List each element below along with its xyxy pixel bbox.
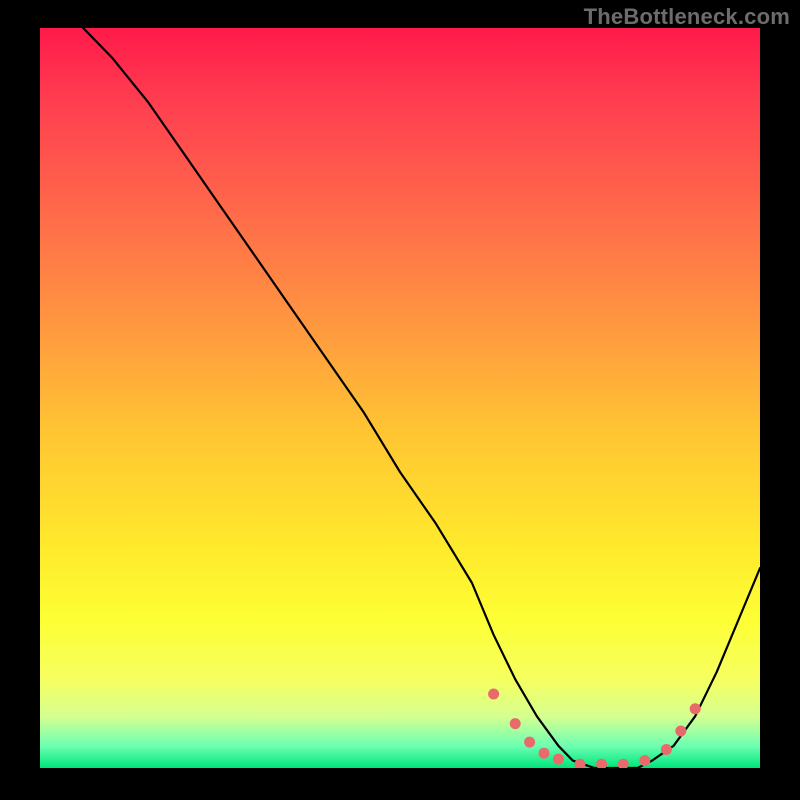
watermark-text: TheBottleneck.com: [584, 4, 790, 30]
optimal-range-dot: [675, 726, 686, 737]
optimal-range-dot: [510, 718, 521, 729]
optimal-range-dot: [618, 759, 629, 768]
plot-area: [40, 28, 760, 768]
optimal-range-dot: [539, 748, 550, 759]
optimal-range-dots: [488, 689, 701, 769]
optimal-range-dot: [488, 689, 499, 700]
optimal-range-dot: [553, 754, 564, 765]
optimal-range-dot: [575, 759, 586, 768]
optimal-range-dot: [596, 759, 607, 768]
optimal-range-dot: [690, 703, 701, 714]
optimal-range-dot: [524, 737, 535, 748]
chart-frame: TheBottleneck.com: [0, 0, 800, 800]
curve-layer: [40, 28, 760, 768]
optimal-range-dot: [661, 744, 672, 755]
bottleneck-curve-line: [83, 28, 760, 768]
optimal-range-dot: [639, 755, 650, 766]
